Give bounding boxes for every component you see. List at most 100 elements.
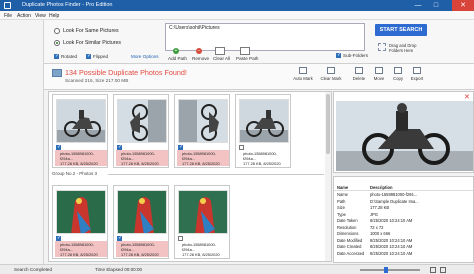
remove-icon[interactable]: − (196, 48, 202, 54)
auto-mark-button[interactable]: Auto Mark (291, 66, 315, 88)
photo-card[interactable]: photo-1558981000-f294a...177.28 KB, 8/25… (113, 94, 169, 168)
status-bar: Search Completed Time Elapsed 00:00:00 (0, 264, 474, 274)
photo-filename: photo-1558981000-f294a... (60, 151, 94, 161)
photo-thumbnail[interactable] (117, 99, 167, 143)
group-header: Group No.2 - Photos 3 (52, 171, 98, 176)
property-row: Size 177.28 KB (337, 205, 390, 210)
view-grid-icon[interactable] (430, 267, 436, 273)
add-path-button[interactable]: Add Path (168, 56, 187, 61)
more-options-link[interactable]: More Options (131, 54, 159, 59)
paste-path-button[interactable]: Paste Path (236, 56, 258, 61)
menu-file[interactable]: File (4, 13, 12, 19)
property-row: Name photo-1558981000-f294... (337, 192, 418, 197)
status-text: Search Completed (14, 267, 53, 272)
photo-thumbnail[interactable] (56, 99, 106, 143)
photo-filename: photo-1558981000-f294a... (121, 242, 155, 252)
clear-all-icon[interactable] (215, 47, 225, 55)
export-label: Export (410, 76, 424, 81)
zoom-slider-handle[interactable] (384, 267, 388, 273)
photo-filename: photo-1558981000-f294a... (121, 151, 155, 161)
menu-action[interactable]: Action (17, 13, 31, 19)
export-button[interactable]: Export (405, 66, 429, 88)
delete-label: Delete (352, 76, 366, 81)
property-row: Resolution 72 x 72 (337, 224, 384, 230)
maximize-button[interactable]: □ (428, 0, 444, 11)
photos-icon (52, 69, 62, 77)
photo-card[interactable]: photo-1558981000-f294a...177.28 KB, 8/25… (52, 94, 108, 168)
elapsed-time: Time Elapsed 00:00:00 (95, 267, 143, 272)
photo-filename: photo-1558981000-f294a... (182, 242, 216, 252)
flipped-label: Flipped (93, 53, 109, 59)
photo-meta: 177.28 KB, 8/25/2020 (243, 161, 281, 166)
properties-desc-header: Description (370, 185, 393, 190)
minimize-button[interactable]: — (410, 0, 426, 11)
photo-filename: photo-1558981000-f294a... (182, 151, 216, 161)
drag-drop-label[interactable]: Drag and Drop Folders Here (389, 43, 425, 53)
preview-image (336, 101, 473, 171)
title-bar: Duplicate Photos Finder - Pro Edition — … (0, 0, 474, 11)
start-search-button[interactable]: START SEARCH (375, 24, 427, 36)
paste-path-icon[interactable] (240, 47, 250, 55)
photo-meta: 177.28 KB, 8/25/2020 (60, 252, 98, 257)
rotated-checkbox[interactable] (54, 53, 59, 59)
photo-caption: photo-1558981000-f294a... 177.28 KB, 8/25… (116, 150, 168, 166)
rotated-label: Rotated (61, 53, 78, 59)
photo-thumbnail[interactable] (56, 190, 106, 234)
window-title: Duplicate Photos Finder - Pro Edition (22, 2, 113, 8)
auto-mark-label: Auto Mark (293, 76, 313, 81)
photo-caption: photo-1558981000-f294a... 177.28 KB, 8/25… (238, 150, 290, 166)
folder-path-entry[interactable]: C:\Users\sohil\Pictures (169, 25, 220, 31)
add-path-icon[interactable]: + (173, 48, 179, 54)
radio-similar-pictures[interactable] (54, 40, 60, 46)
photo-card[interactable]: photo-1558981000-f294a...177.28 KB, 8/25… (113, 185, 169, 259)
close-preview-icon[interactable]: ✕ (464, 93, 470, 101)
clear-mark-icon (327, 67, 335, 74)
photo-meta: 177.28 KB, 8/25/2020 (182, 252, 220, 257)
radio-same-label[interactable]: Look For Same Pictures (63, 28, 119, 34)
view-list-icon[interactable] (440, 267, 446, 273)
clear-mark-button[interactable]: Clear Mark (319, 66, 343, 88)
photo-card[interactable]: photo-1558981000-f294a...177.28 KB, 8/25… (52, 185, 108, 259)
clear-all-button[interactable]: Clear All (213, 56, 230, 61)
photo-card[interactable]: photo-1558981000-f294a...177.28 KB, 8/25… (235, 94, 291, 168)
folder-path-list[interactable]: C:\Users\sohil\Pictures (165, 23, 365, 51)
copy-icon (394, 67, 402, 74)
radio-similar-label[interactable]: Look For Similar Pictures (63, 40, 121, 46)
drag-drop-icon (378, 43, 386, 51)
property-row: Date Created 8/25/2020 10:24:10 AM (337, 244, 413, 249)
zoom-slider[interactable] (360, 269, 420, 271)
photo-caption: photo-1558981000-f294a... 177.28 KB, 8/25… (177, 241, 229, 257)
delete-icon (355, 67, 363, 74)
photo-caption: photo-1558981000-f294a... 177.28 KB, 8/25… (55, 241, 107, 257)
photo-thumbnail[interactable] (117, 190, 167, 234)
photo-meta: 177.28 KB, 8/25/2020 (121, 252, 159, 257)
properties-panel: Name Description Name photo-1558981000-f2… (333, 176, 474, 263)
photo-thumbnail[interactable] (178, 190, 228, 234)
menu-bar: File Action View Help (0, 11, 474, 20)
move-icon (375, 67, 383, 74)
photo-filename: photo-1558981000-f294a... (60, 242, 94, 252)
close-button[interactable]: ✕ (452, 0, 474, 11)
photo-meta: 177.28 KB, 8/25/2020 (121, 161, 159, 166)
property-row: Type JPG (337, 211, 378, 217)
photo-card[interactable]: photo-1558981000-f294a...177.28 KB, 8/25… (174, 94, 230, 168)
photo-thumbnail[interactable] (178, 99, 228, 143)
photo-card[interactable]: photo-1558981000-f294a...177.28 KB, 8/25… (174, 185, 230, 259)
property-row: Path D:\Sample Duplicate Ima... (337, 198, 419, 204)
sub-folders-checkbox[interactable] (336, 52, 341, 58)
clear-mark-label: Clear Mark (320, 76, 342, 81)
photo-thumbnail[interactable] (239, 99, 289, 143)
app-icon (4, 2, 11, 9)
menu-view[interactable]: View (35, 13, 46, 19)
photo-filename: photo-1558981000-f294a... (243, 151, 277, 161)
photo-caption: photo-1558981000-f294a... 177.28 KB, 8/25… (177, 150, 229, 166)
photo-meta: 177.28 KB, 8/25/2020 (182, 161, 220, 166)
group-divider (108, 174, 324, 175)
remove-button[interactable]: Remove (192, 56, 209, 61)
menu-help[interactable]: Help (49, 13, 59, 19)
preview-panel: ✕ (333, 91, 474, 173)
grid-scrollbar-thumb[interactable] (326, 94, 330, 154)
radio-same-pictures[interactable] (54, 28, 60, 34)
flipped-checkbox[interactable] (86, 53, 91, 59)
copy-label: Copy (392, 76, 404, 81)
